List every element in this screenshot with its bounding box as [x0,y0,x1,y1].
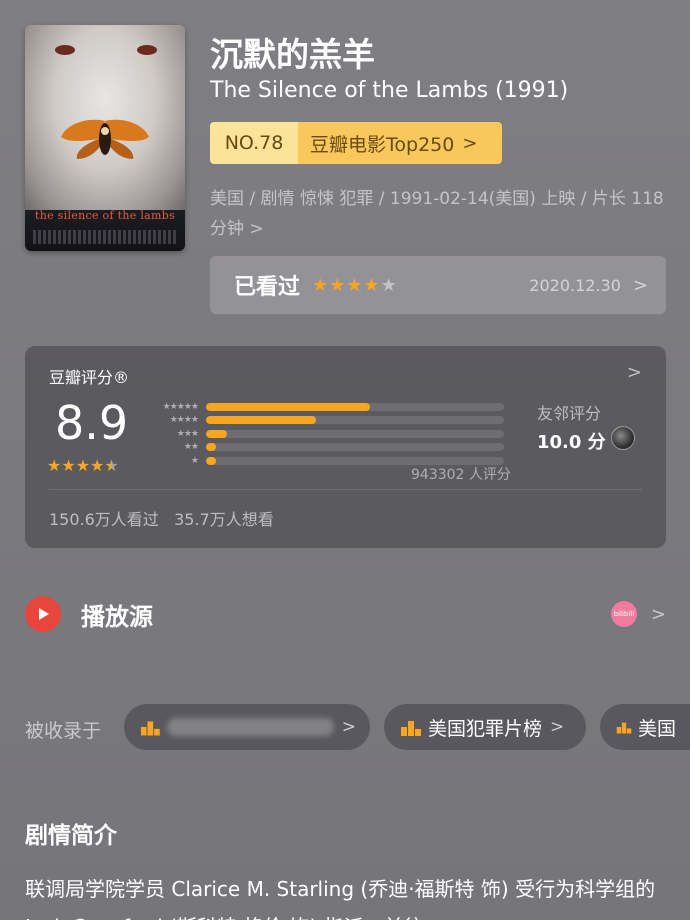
star-half-icon: ★ [104,456,119,475]
rating-stars: ★★★★★ [47,456,119,475]
movie-original-title: The Silence of the Lambs (1991) [210,78,569,103]
collection-chip-label: 美国犯罪片榜 [428,717,543,740]
collection-chip[interactable]: 美国 [600,704,690,750]
rating-bar-fill [206,416,317,425]
rating-bar-row: ★★★ [150,427,504,441]
chevron-right-icon: > [249,219,264,239]
rating-bar-stars: ★ [190,455,199,466]
rating-bar-stars: ★★ [183,442,199,453]
watch-stats: 150.6万人看过 35.7万人想看 [49,506,274,530]
star-filled-icon: ★★★★ [312,274,381,296]
rating-bar-fill [206,443,216,452]
watched-count: 150.6万人看过 [49,510,159,529]
collection-chip-label: 美国 [637,717,676,740]
douban-rating-card[interactable]: 豆瓣评分® > 8.9 ★★★★★ ★★★★★ ★★★★ ★★★ ★★ ★ 943302… [25,346,666,548]
rating-score: 8.9 [55,396,129,450]
rating-bar-row: ★★★★★ [150,400,504,414]
rank-list-label: 豆瓣电影Top250 > [298,122,502,164]
seen-status-button[interactable]: 已看过 ★★★★★ 2020.12.30 > [210,256,666,314]
friend-rating-score: 10.0 分 [537,432,606,453]
chevron-right-icon: > [462,132,478,154]
synopsis-text: 联调局学院学员 Clarice M. Starling (乔迪·福斯特 饰) 受… [25,877,656,920]
star-empty-icon: ★ [380,274,398,296]
ranking-icon [140,721,160,736]
chevron-right-icon: > [341,717,356,737]
seen-date: 2020.12.30 [529,275,621,295]
play-source-row[interactable]: 播放源 bilibili > [25,594,666,634]
my-rating-stars: ★★★★★ [312,275,398,296]
rating-bar-stars: ★★★ [176,428,199,439]
poster-eye [137,45,157,55]
collection-chip[interactable]: > [124,704,370,750]
rating-distribution: ★★★★★ ★★★★ ★★★ ★★ ★ [150,400,504,468]
play-icon [25,596,61,632]
poster-face-image [25,25,185,210]
moth-icon [61,119,149,159]
poster-credits [33,230,177,244]
movie-meta-info[interactable]: 美国 / 剧情 惊悚 犯罪 / 1991-02-14(美国) 上映 / 片长 1… [210,184,665,244]
friend-rating-label: 友邻评分 [537,404,602,423]
collections-label: 被收录于 [25,720,102,742]
chevron-right-icon: > [550,717,565,737]
divider [49,489,642,490]
movie-title: 沉默的羔羊 [210,35,375,74]
rating-bar-fill [206,429,227,438]
poster-eye [55,45,75,55]
rating-bar-stars: ★★★★ [169,415,199,426]
bilibili-icon: bilibili [610,601,637,627]
chevron-right-icon: > [626,362,642,383]
rating-card-title: 豆瓣评分® [49,368,130,387]
chevron-right-icon: > [632,274,648,296]
poster-title-text: the silence of the lambs [34,209,176,222]
collection-chip-label [166,718,334,736]
vote-count: 943302 人评分 [411,467,511,483]
friend-avatar[interactable] [611,426,635,450]
ranking-icon [616,722,632,734]
rating-bar-track [206,402,504,411]
rating-bar-track [206,429,504,438]
movie-meta-text: 美国 / 剧情 惊悚 犯罪 / 1991-02-14(美国) 上映 / 片长 1… [210,189,664,239]
rating-bar-fill [206,402,370,411]
rank-list-name: 豆瓣电影Top250 [310,133,455,156]
ranking-icon [401,721,421,736]
rating-bar-stars: ★★★★★ [162,401,199,412]
top250-rank-badge[interactable]: NO.78 豆瓣电影Top250 > [210,122,502,164]
seen-label: 已看过 [234,275,301,300]
rank-number: NO.78 [210,122,298,164]
wish-count: 35.7万人想看 [174,510,274,529]
rating-bar-track [206,416,504,425]
rating-bar-fill [206,456,216,465]
synopsis-title: 剧情简介 [25,823,117,849]
play-source-label: 播放源 [81,602,153,631]
collection-chip[interactable]: 美国犯罪片榜 > [384,704,586,750]
movie-poster[interactable]: the silence of the lambs [25,25,185,251]
rating-bar-row: ★★★★ [150,414,504,428]
star-filled-icon: ★★★★ [47,456,105,475]
rating-bar-row: ★★ [150,441,504,455]
chevron-right-icon: > [650,603,666,625]
rating-bar-track [206,443,504,452]
